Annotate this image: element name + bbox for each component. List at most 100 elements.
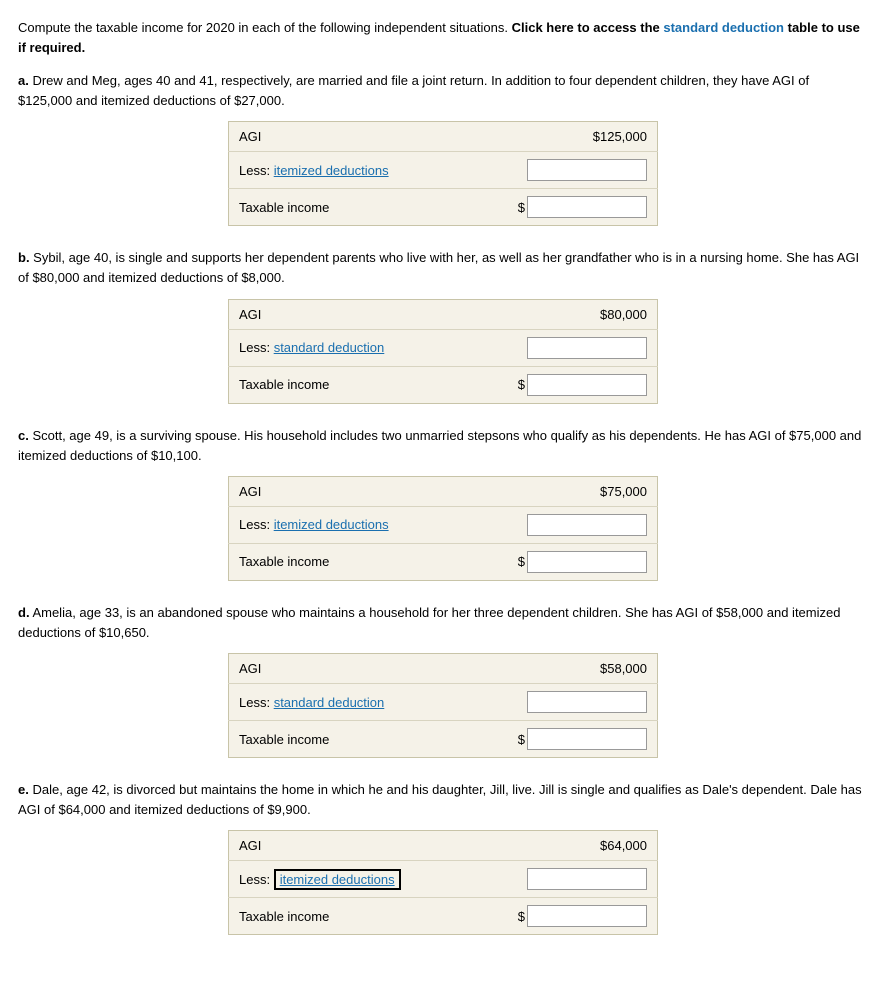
section-label-b: b. — [18, 250, 30, 265]
taxable-input-cell-c: $ — [464, 543, 657, 580]
taxable-row-a: Taxable income $ — [229, 189, 658, 226]
taxable-row-c: Taxable income $ — [229, 543, 658, 580]
taxable-input-cell-d: $ — [464, 721, 657, 758]
less-input-b[interactable] — [527, 337, 647, 359]
less-label-d: Less: standard deduction — [229, 684, 465, 721]
less-input-a[interactable] — [527, 159, 647, 181]
agi-label-a: AGI — [229, 122, 465, 152]
taxable-dollar-wrap-a: $ — [474, 196, 647, 218]
section-label-a: a. — [18, 73, 29, 88]
taxable-row-e: Taxable income $ — [229, 898, 658, 935]
less-type-boxed-e: itemized deductions — [274, 869, 401, 890]
taxable-input-e[interactable] — [527, 905, 647, 927]
standard-deduction-link[interactable]: standard deduction — [663, 20, 784, 35]
agi-value-b: $80,000 — [464, 299, 657, 329]
dollar-sign-c: $ — [518, 554, 525, 569]
agi-row-e: AGI$64,000 — [229, 831, 658, 861]
section-label-c: c. — [18, 428, 29, 443]
taxable-label-e: Taxable income — [229, 898, 465, 935]
agi-row-c: AGI$75,000 — [229, 476, 658, 506]
dollar-sign-e: $ — [518, 909, 525, 924]
section-c: c. Scott, age 49, is a surviving spouse.… — [18, 426, 863, 581]
agi-row-d: AGI$58,000 — [229, 654, 658, 684]
calc-table-d: AGI$58,000Less: standard deductionTaxabl… — [228, 653, 658, 758]
taxable-label-c: Taxable income — [229, 543, 465, 580]
section-d-text: d. Amelia, age 33, is an abandoned spous… — [18, 603, 863, 643]
less-row-d: Less: standard deduction — [229, 684, 658, 721]
taxable-row-b: Taxable income $ — [229, 366, 658, 403]
section-a: a. Drew and Meg, ages 40 and 41, respect… — [18, 71, 863, 226]
less-text-b: Less: — [239, 340, 274, 355]
less-input-cell-a — [464, 152, 657, 189]
less-label-e: Less: itemized deductions — [229, 861, 465, 898]
less-type-link-d[interactable]: standard deduction — [274, 695, 385, 710]
table-wrap-d: AGI$58,000Less: standard deductionTaxabl… — [228, 653, 658, 758]
taxable-input-b[interactable] — [527, 374, 647, 396]
taxable-input-c[interactable] — [527, 551, 647, 573]
less-row-a: Less: itemized deductions — [229, 152, 658, 189]
agi-row-a: AGI$125,000 — [229, 122, 658, 152]
less-input-cell-c — [464, 506, 657, 543]
section-label-e: e. — [18, 782, 29, 797]
agi-label-e: AGI — [229, 831, 465, 861]
table-wrap-b: AGI$80,000Less: standard deductionTaxabl… — [228, 299, 658, 404]
taxable-input-cell-e: $ — [464, 898, 657, 935]
taxable-input-a[interactable] — [527, 196, 647, 218]
taxable-label-b: Taxable income — [229, 366, 465, 403]
agi-value-c: $75,000 — [464, 476, 657, 506]
less-row-e: Less: itemized deductions — [229, 861, 658, 898]
taxable-dollar-wrap-d: $ — [474, 728, 647, 750]
less-type-link-a[interactable]: itemized deductions — [274, 163, 389, 178]
calc-table-a: AGI$125,000Less: itemized deductionsTaxa… — [228, 121, 658, 226]
less-row-b: Less: standard deduction — [229, 329, 658, 366]
dollar-sign-b: $ — [518, 377, 525, 392]
less-input-c[interactable] — [527, 514, 647, 536]
agi-value-e: $64,000 — [464, 831, 657, 861]
table-wrap-c: AGI$75,000Less: itemized deductionsTaxab… — [228, 476, 658, 581]
less-label-b: Less: standard deduction — [229, 329, 465, 366]
taxable-row-d: Taxable income$ — [229, 721, 658, 758]
less-input-cell-e — [464, 861, 657, 898]
section-e-text: e. Dale, age 42, is divorced but maintai… — [18, 780, 863, 820]
dollar-sign-a: $ — [518, 200, 525, 215]
less-text-e: Less: — [239, 872, 274, 887]
calc-table-b: AGI$80,000Less: standard deductionTaxabl… — [228, 299, 658, 404]
less-text-a: Less: — [239, 163, 274, 178]
taxable-input-cell-b: $ — [464, 366, 657, 403]
calc-table-c: AGI$75,000Less: itemized deductionsTaxab… — [228, 476, 658, 581]
taxable-dollar-wrap-e: $ — [474, 905, 647, 927]
section-e: e. Dale, age 42, is divorced but maintai… — [18, 780, 863, 935]
table-wrap-e: AGI$64,000Less: itemized deductionsTaxab… — [228, 830, 658, 935]
calc-table-e: AGI$64,000Less: itemized deductionsTaxab… — [228, 830, 658, 935]
less-type-link-c[interactable]: itemized deductions — [274, 517, 389, 532]
section-label-d: d. — [18, 605, 30, 620]
agi-label-b: AGI — [229, 299, 465, 329]
less-text-d: Less: — [239, 695, 274, 710]
less-text-c: Less: — [239, 517, 274, 532]
less-input-e[interactable] — [527, 868, 647, 890]
agi-value-d: $58,000 — [464, 654, 657, 684]
taxable-dollar-wrap-c: $ — [474, 551, 647, 573]
agi-label-d: AGI — [229, 654, 465, 684]
taxable-dollar-wrap-b: $ — [474, 374, 647, 396]
less-input-cell-b — [464, 329, 657, 366]
less-row-c: Less: itemized deductions — [229, 506, 658, 543]
taxable-label-a: Taxable income — [229, 189, 465, 226]
table-wrap-a: AGI$125,000Less: itemized deductionsTaxa… — [228, 121, 658, 226]
section-b: b. Sybil, age 40, is single and supports… — [18, 248, 863, 403]
section-a-text: a. Drew and Meg, ages 40 and 41, respect… — [18, 71, 863, 111]
agi-value-a: $125,000 — [464, 122, 657, 152]
taxable-input-cell-a: $ — [464, 189, 657, 226]
intro-text: Compute the taxable income for 2020 in e… — [18, 18, 863, 57]
section-b-text: b. Sybil, age 40, is single and supports… — [18, 248, 863, 288]
section-c-text: c. Scott, age 49, is a surviving spouse.… — [18, 426, 863, 466]
taxable-input-d[interactable] — [527, 728, 647, 750]
section-d: d. Amelia, age 33, is an abandoned spous… — [18, 603, 863, 758]
dollar-sign-d: $ — [518, 732, 525, 747]
less-input-d[interactable] — [527, 691, 647, 713]
less-type-link-b[interactable]: standard deduction — [274, 340, 385, 355]
agi-label-c: AGI — [229, 476, 465, 506]
less-label-c: Less: itemized deductions — [229, 506, 465, 543]
less-label-a: Less: itemized deductions — [229, 152, 465, 189]
less-input-cell-d — [464, 684, 657, 721]
